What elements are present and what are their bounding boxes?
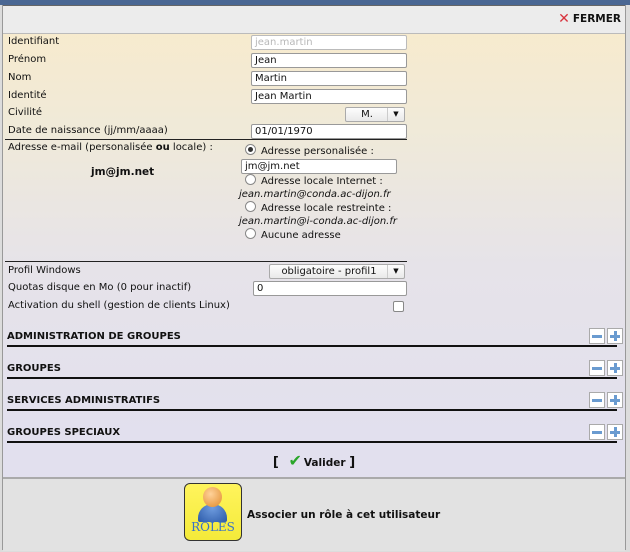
profil-windows-value: obligatoire - profil1: [281, 266, 377, 277]
field-shell: Activation du shell (gestion de clients …: [8, 298, 408, 313]
expand-plus-icon[interactable]: [607, 328, 623, 344]
restricted-address: jean.martin@i-conda.ac-dijon.fr: [239, 216, 397, 227]
radio-internet[interactable]: [245, 174, 256, 185]
email-label-post: locale) :: [169, 142, 213, 153]
section-services-administratifs: SERVICES ADMINISTRATIFS: [7, 392, 623, 411]
panel-header: ✕ FERMER: [3, 5, 625, 34]
option-personal-label: Adresse personalisée :: [261, 146, 374, 157]
close-label: FERMER: [572, 13, 621, 25]
close-x-icon: ✕: [558, 11, 570, 27]
identite-input[interactable]: Jean Martin: [251, 89, 407, 104]
email-option-internet[interactable]: Adresse locale Internet :: [239, 174, 419, 188]
naissance-input[interactable]: 01/01/1970: [251, 124, 407, 139]
email-label: Adresse e-mail (personalisée ou locale) …: [8, 140, 213, 155]
internet-address: jean.martin@conda.ac-dijon.fr: [239, 189, 391, 200]
bracket-close: ]: [349, 455, 356, 470]
email-label-bold: ou: [155, 142, 170, 153]
checkmark-icon: ✔: [288, 451, 302, 470]
radio-personal[interactable]: [245, 144, 256, 155]
user-head-shape: [203, 487, 222, 507]
section-title: SERVICES ADMINISTRATIFS: [7, 395, 161, 406]
prenom-input[interactable]: Jean: [251, 53, 407, 68]
civilite-select[interactable]: M. ▼: [345, 107, 405, 122]
nom-label: Nom: [8, 72, 32, 83]
associate-role-link[interactable]: Associer un rôle à cet utilisateur: [247, 509, 440, 521]
close-button[interactable]: ✕ FERMER: [558, 11, 621, 27]
expand-plus-icon[interactable]: [607, 360, 623, 376]
quotas-input[interactable]: 0: [253, 281, 407, 296]
option-internet-label: Adresse locale Internet :: [261, 176, 383, 187]
validate-button[interactable]: ✔ Valider: [282, 451, 346, 470]
email-option-none[interactable]: Aucune adresse: [239, 228, 419, 242]
section-title: GROUPES: [7, 363, 61, 374]
chevron-down-icon: ▼: [387, 108, 404, 121]
option-restricted-label: Adresse locale restreinte :: [261, 203, 392, 214]
prenom-label: Prénom: [8, 54, 47, 65]
section-groupes: GROUPES: [7, 360, 623, 379]
collapse-minus-icon[interactable]: [589, 392, 605, 408]
option-none-label: Aucune adresse: [261, 230, 341, 241]
section-title: ADMINISTRATION DE GROUPES: [7, 331, 181, 342]
email-option-personal[interactable]: Adresse personalisée :: [239, 144, 419, 158]
user-edit-panel: ✕ FERMER Identifiant jean.martin Prénom …: [2, 5, 626, 551]
expand-plus-icon[interactable]: [607, 424, 623, 440]
expand-plus-icon[interactable]: [607, 392, 623, 408]
collapse-minus-icon[interactable]: [589, 328, 605, 344]
profil-windows-label: Profil Windows: [8, 265, 81, 276]
nom-input[interactable]: Martin: [251, 71, 407, 86]
identite-label: Identité: [8, 90, 47, 101]
section-administration-groupes: ADMINISTRATION DE GROUPES: [7, 328, 623, 347]
collapse-minus-icon[interactable]: [589, 424, 605, 440]
radio-none[interactable]: [245, 228, 256, 239]
roles-user-icon[interactable]: RÔLES: [184, 483, 242, 541]
email-label-pre: Adresse e-mail (personalisée: [8, 142, 156, 153]
current-email: jm@jm.net: [91, 166, 155, 178]
section-groupes-speciaux: GROUPES SPECIAUX: [7, 424, 623, 443]
bracket-open: [: [272, 455, 279, 470]
roles-icon-label: RÔLES: [191, 520, 235, 534]
shell-label: Activation du shell (gestion de clients …: [8, 300, 230, 311]
personal-email-input[interactable]: jm@jm.net: [241, 159, 397, 174]
radio-restricted[interactable]: [245, 201, 256, 212]
validate-row: [ ✔ Valider ]: [3, 451, 625, 470]
identifiant-input[interactable]: jean.martin: [251, 35, 407, 50]
divider: [5, 261, 407, 262]
collapse-minus-icon[interactable]: [589, 360, 605, 376]
profil-windows-select[interactable]: obligatoire - profil1 ▼: [269, 264, 405, 279]
identifiant-label: Identifiant: [8, 36, 60, 47]
naissance-label: Date de naissance (jj/mm/aaaa): [8, 125, 168, 136]
civilite-value: M.: [361, 109, 373, 120]
email-options: Adresse personalisée : jm@jm.net Adresse…: [239, 144, 419, 242]
roles-panel: RÔLES Associer un rôle à cet utilisateur: [3, 477, 625, 551]
civilite-label: Civilité: [8, 107, 43, 118]
email-option-restricted[interactable]: Adresse locale restreinte :: [239, 201, 419, 215]
chevron-down-icon: ▼: [387, 265, 404, 278]
shell-checkbox[interactable]: [393, 301, 404, 312]
section-title: GROUPES SPECIAUX: [7, 427, 121, 438]
validate-label: Valider: [303, 457, 346, 469]
quotas-label: Quotas disque en Mo (0 pour inactif): [8, 282, 192, 293]
